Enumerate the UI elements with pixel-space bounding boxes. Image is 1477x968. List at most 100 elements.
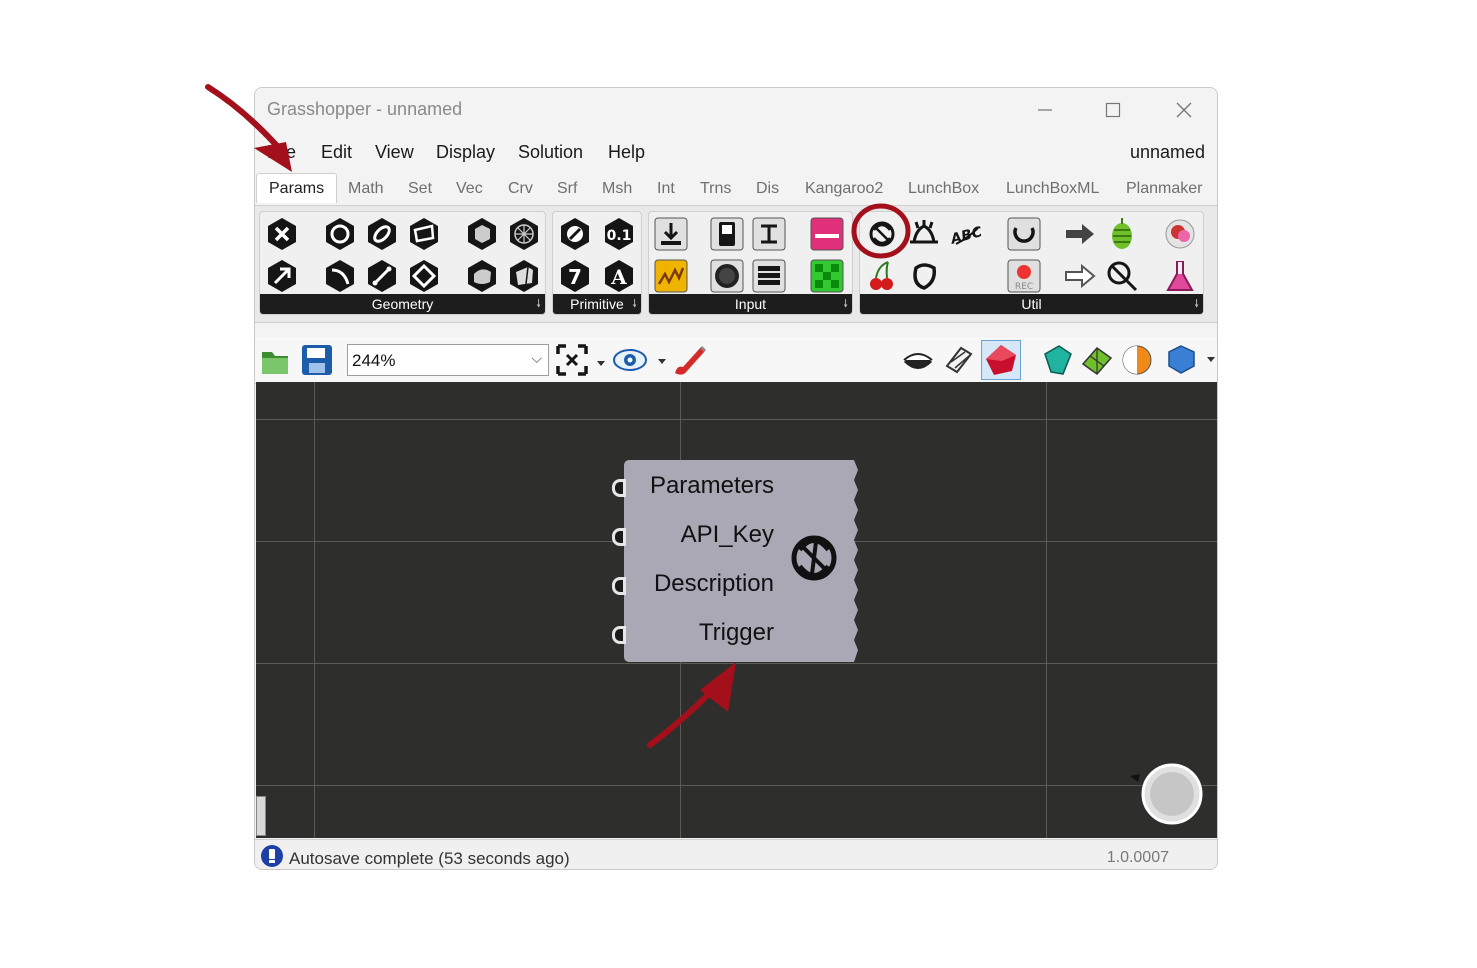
flask-icon[interactable] — [1162, 258, 1198, 294]
text-param-icon[interactable]: A — [601, 258, 637, 294]
menu-file[interactable]: File — [267, 142, 296, 163]
galapagos-icon[interactable] — [906, 216, 942, 252]
component-tabs: Params Math Set Vec Crv Srf Msh Int Trns… — [255, 172, 1217, 206]
colour-swatch-icon[interactable] — [809, 258, 845, 294]
box-param-icon[interactable] — [464, 216, 500, 252]
gradient-icon[interactable] — [809, 216, 845, 252]
null-search-icon[interactable] — [1104, 258, 1140, 294]
tab-planmaker[interactable]: Planmaker — [1126, 180, 1202, 198]
tab-params[interactable]: Params — [256, 173, 338, 203]
curve-param-icon[interactable] — [364, 216, 400, 252]
zoom-value: 244% — [352, 351, 396, 370]
cluster-icon[interactable] — [1162, 216, 1198, 252]
document-preview-settings-icon[interactable] — [1119, 342, 1155, 378]
menu-bar: File Edit View Display Solution Help unn… — [255, 138, 1217, 168]
cancel-param-icon[interactable] — [264, 216, 300, 252]
relay-arrow-icon[interactable] — [1062, 216, 1098, 252]
input-panel-label[interactable]: Input 🠗 — [649, 294, 852, 314]
tab-trns[interactable]: Trns — [700, 180, 731, 198]
shaded-preview-button[interactable] — [981, 340, 1021, 380]
menu-help[interactable]: Help — [608, 142, 645, 163]
point-param-icon[interactable] — [406, 258, 442, 294]
input-port-api-key[interactable] — [612, 528, 626, 546]
navigation-compass-icon[interactable] — [1126, 762, 1206, 826]
menu-solution[interactable]: Solution — [518, 142, 583, 163]
chevron-down-icon: ⌵ — [531, 350, 542, 366]
cherry-picker-icon[interactable] — [864, 258, 900, 294]
openai-logo-icon — [791, 535, 837, 581]
minimize-icon — [1038, 109, 1052, 111]
tab-crv[interactable]: Crv — [508, 180, 533, 198]
menu-display[interactable]: Display — [436, 142, 495, 163]
info-icon[interactable] — [260, 844, 284, 868]
arc-param-icon[interactable] — [322, 258, 358, 294]
zoom-dropdown[interactable]: 244% ⌵ — [347, 344, 549, 376]
fitness-landscape-icon[interactable] — [906, 258, 942, 294]
toggle-icon[interactable] — [709, 216, 745, 252]
tab-lunchbox[interactable]: LunchBox — [908, 180, 979, 198]
openai-component[interactable]: Parameters API_Key Description Trigger — [612, 460, 858, 662]
mesh-param-icon[interactable] — [506, 216, 542, 252]
primitive-panel-label[interactable]: Primitive 🠗 — [553, 294, 641, 314]
menu-edit[interactable]: Edit — [321, 142, 352, 163]
mesh-quality-icon[interactable] — [1079, 342, 1115, 378]
tab-set[interactable]: Set — [408, 180, 432, 198]
zoom-extents-icon[interactable] — [555, 343, 607, 377]
title-bar: Grasshopper - unnamed — [255, 88, 1217, 130]
tab-math[interactable]: Math — [348, 180, 384, 198]
grasshopper-canvas[interactable]: Parameters API_Key Description Trigger — [256, 382, 1217, 838]
tab-int[interactable]: Int — [657, 180, 675, 198]
preview-material-icon[interactable] — [1165, 342, 1215, 378]
data-input-icon[interactable] — [653, 216, 689, 252]
brep-param-icon[interactable] — [506, 258, 542, 294]
tab-lunchboxml[interactable]: LunchBoxML — [1006, 180, 1099, 198]
button-input-icon[interactable] — [709, 258, 745, 294]
tab-msh[interactable]: Msh — [602, 180, 632, 198]
data-recorder-loop-icon[interactable] — [1006, 216, 1042, 252]
circle-param-icon[interactable] — [322, 216, 358, 252]
grasshopper-window: Grasshopper - unnamed File Edit View Dis… — [254, 87, 1218, 870]
integer-param-icon[interactable]: 7 — [557, 258, 593, 294]
hops-icon[interactable] — [1104, 216, 1140, 252]
openai-gpt-icon[interactable] — [864, 216, 900, 252]
canvas-scroll-handle[interactable] — [256, 796, 266, 836]
jump-arrow-icon[interactable] — [1062, 258, 1098, 294]
tab-kangaroo2[interactable]: Kangaroo2 — [805, 180, 883, 198]
grid-line — [256, 663, 1217, 664]
surface-param-icon[interactable] — [464, 258, 500, 294]
minimize-button[interactable] — [1017, 92, 1073, 128]
status-bar: Autosave complete (53 seconds ago) 1.0.0… — [255, 839, 1217, 869]
geometry-panel-label[interactable]: Geometry 🠗 — [260, 294, 545, 314]
close-button[interactable] — [1156, 92, 1212, 128]
boolean-param-icon[interactable] — [557, 216, 593, 252]
line-param-icon[interactable] — [364, 258, 400, 294]
tab-srf[interactable]: Srf — [557, 180, 577, 198]
preview-off-icon[interactable] — [900, 342, 936, 378]
value-list-icon[interactable] — [751, 258, 787, 294]
selected-preview-icon[interactable] — [1039, 342, 1075, 378]
number-slider-icon[interactable] — [751, 216, 787, 252]
data-recorder-icon[interactable]: REC — [1006, 258, 1042, 294]
wireframe-preview-icon[interactable] — [941, 342, 977, 378]
svg-text:A: A — [610, 265, 627, 289]
util-panel-label[interactable]: Util 🠗 — [860, 294, 1203, 314]
input-port-parameters[interactable] — [612, 479, 626, 497]
open-folder-icon[interactable] — [260, 344, 290, 376]
grid-line — [314, 382, 315, 838]
primitive-panel: 0.1 7 A Primitive 🠗 — [552, 211, 642, 315]
preview-eye-icon[interactable] — [612, 345, 668, 375]
save-icon[interactable] — [301, 344, 333, 376]
tab-vec[interactable]: Vec — [456, 180, 483, 198]
number-param-icon[interactable]: 0.1 — [601, 216, 637, 252]
menu-view[interactable]: View — [375, 142, 414, 163]
vector-param-icon[interactable] — [264, 258, 300, 294]
maximize-button[interactable] — [1085, 92, 1141, 128]
version-label: 1.0.0007 — [1106, 849, 1169, 866]
input-port-trigger[interactable] — [612, 626, 626, 644]
graph-mapper-icon[interactable] — [653, 258, 689, 294]
plane-param-icon[interactable] — [406, 216, 442, 252]
input-port-description[interactable] — [612, 577, 626, 595]
spell-check-icon[interactable]: ABC — [948, 216, 984, 252]
tab-dis[interactable]: Dis — [756, 180, 779, 198]
sketch-pen-icon[interactable] — [671, 343, 707, 377]
